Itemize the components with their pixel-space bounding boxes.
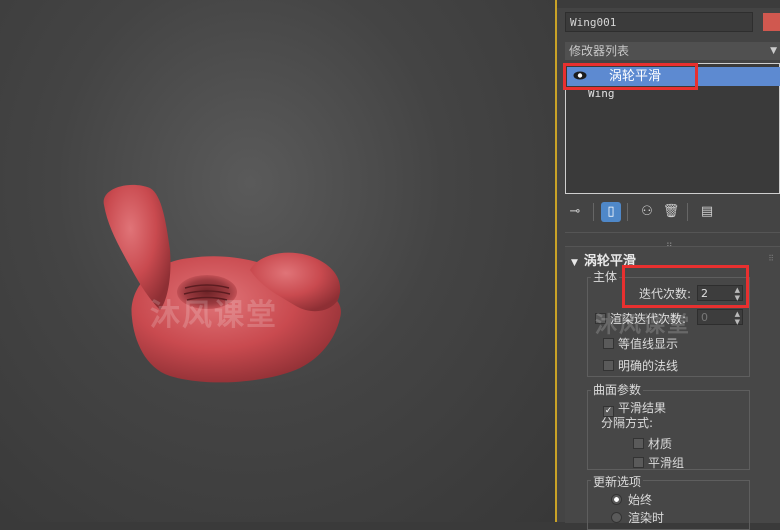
object-color-swatch[interactable] bbox=[763, 13, 780, 31]
make-unique-icon[interactable]: ⚇ bbox=[637, 202, 657, 222]
toolbar-separator bbox=[687, 203, 688, 221]
isoline-display-label: 等值线显示 bbox=[618, 337, 679, 351]
show-end-result-icon[interactable]: ▯ bbox=[601, 202, 621, 222]
panel-splitter[interactable] bbox=[565, 232, 780, 233]
render-iterations-spinner[interactable]: 0 ▲ ▼ bbox=[697, 309, 743, 326]
update-options-label: 更新选项 bbox=[591, 473, 644, 490]
materials-checkbox[interactable] bbox=[633, 438, 644, 449]
rollout-grip-icon: ⠿ bbox=[768, 254, 774, 263]
watermark: 沐风课堂 bbox=[150, 298, 278, 333]
separate-by-label: 分隔方式: bbox=[601, 416, 654, 430]
materials-label: 材质 bbox=[648, 437, 673, 451]
update-always-radio[interactable] bbox=[611, 494, 622, 505]
pin-stack-icon[interactable]: ⊸ bbox=[565, 202, 585, 222]
highlight-stack-item bbox=[563, 63, 698, 90]
update-rendering-row[interactable]: 渲染时 bbox=[611, 509, 664, 526]
command-panel: Wing001 修改器列表 ▼ 涡轮平滑 Wing ⊸ ▯ ⚇ 🗑 ▤ ⠶ ▼ 涡… bbox=[557, 0, 780, 530]
watermark: 沐风课堂 bbox=[595, 313, 692, 338]
wing-nut-model[interactable] bbox=[0, 0, 555, 522]
smoothing-groups-checkbox[interactable] bbox=[633, 457, 644, 468]
toolbar-separator bbox=[627, 203, 628, 221]
object-name-field[interactable]: Wing001 bbox=[565, 12, 753, 32]
update-rendering-radio[interactable] bbox=[611, 512, 622, 523]
3d-viewport[interactable]: 沐风课堂 bbox=[0, 0, 555, 522]
stack-toolbar: ⊸ ▯ ⚇ 🗑 ▤ bbox=[565, 200, 780, 224]
modifier-list-dropdown[interactable]: 修改器列表 ▼ bbox=[565, 42, 780, 60]
collapse-triangle-icon: ▼ bbox=[571, 258, 578, 268]
explicit-normals-row[interactable]: 明确的法线 bbox=[603, 357, 678, 374]
smoothing-groups-label: 平滑组 bbox=[648, 456, 685, 470]
update-rendering-label: 渲染时 bbox=[628, 511, 665, 525]
explicit-normals-checkbox[interactable] bbox=[603, 360, 614, 371]
panel-tabs-strip bbox=[557, 0, 780, 8]
toolbar-separator bbox=[593, 203, 594, 221]
smoothing-groups-row[interactable]: 平滑组 bbox=[633, 454, 684, 471]
materials-row[interactable]: 材质 bbox=[633, 435, 672, 452]
update-always-label: 始终 bbox=[628, 493, 653, 507]
smooth-result-label: 平滑结果 bbox=[618, 401, 667, 415]
remove-modifier-icon[interactable]: 🗑 bbox=[661, 202, 681, 222]
surface-params-label: 曲面参数 bbox=[591, 381, 644, 398]
explicit-normals-label: 明确的法线 bbox=[618, 359, 679, 373]
configure-modifier-sets-icon[interactable]: ▤ bbox=[697, 202, 717, 222]
highlight-iterations bbox=[622, 265, 749, 308]
main-group-label: 主体 bbox=[591, 268, 620, 285]
render-iterations-value: 0 bbox=[701, 311, 708, 324]
spinner-arrows-icon[interactable]: ▲ ▼ bbox=[735, 310, 740, 326]
isoline-display-checkbox[interactable] bbox=[603, 338, 614, 349]
update-always-row[interactable]: 始终 bbox=[611, 491, 652, 508]
chevron-down-icon: ▼ bbox=[770, 46, 777, 56]
modifier-list-label: 修改器列表 bbox=[569, 44, 630, 58]
